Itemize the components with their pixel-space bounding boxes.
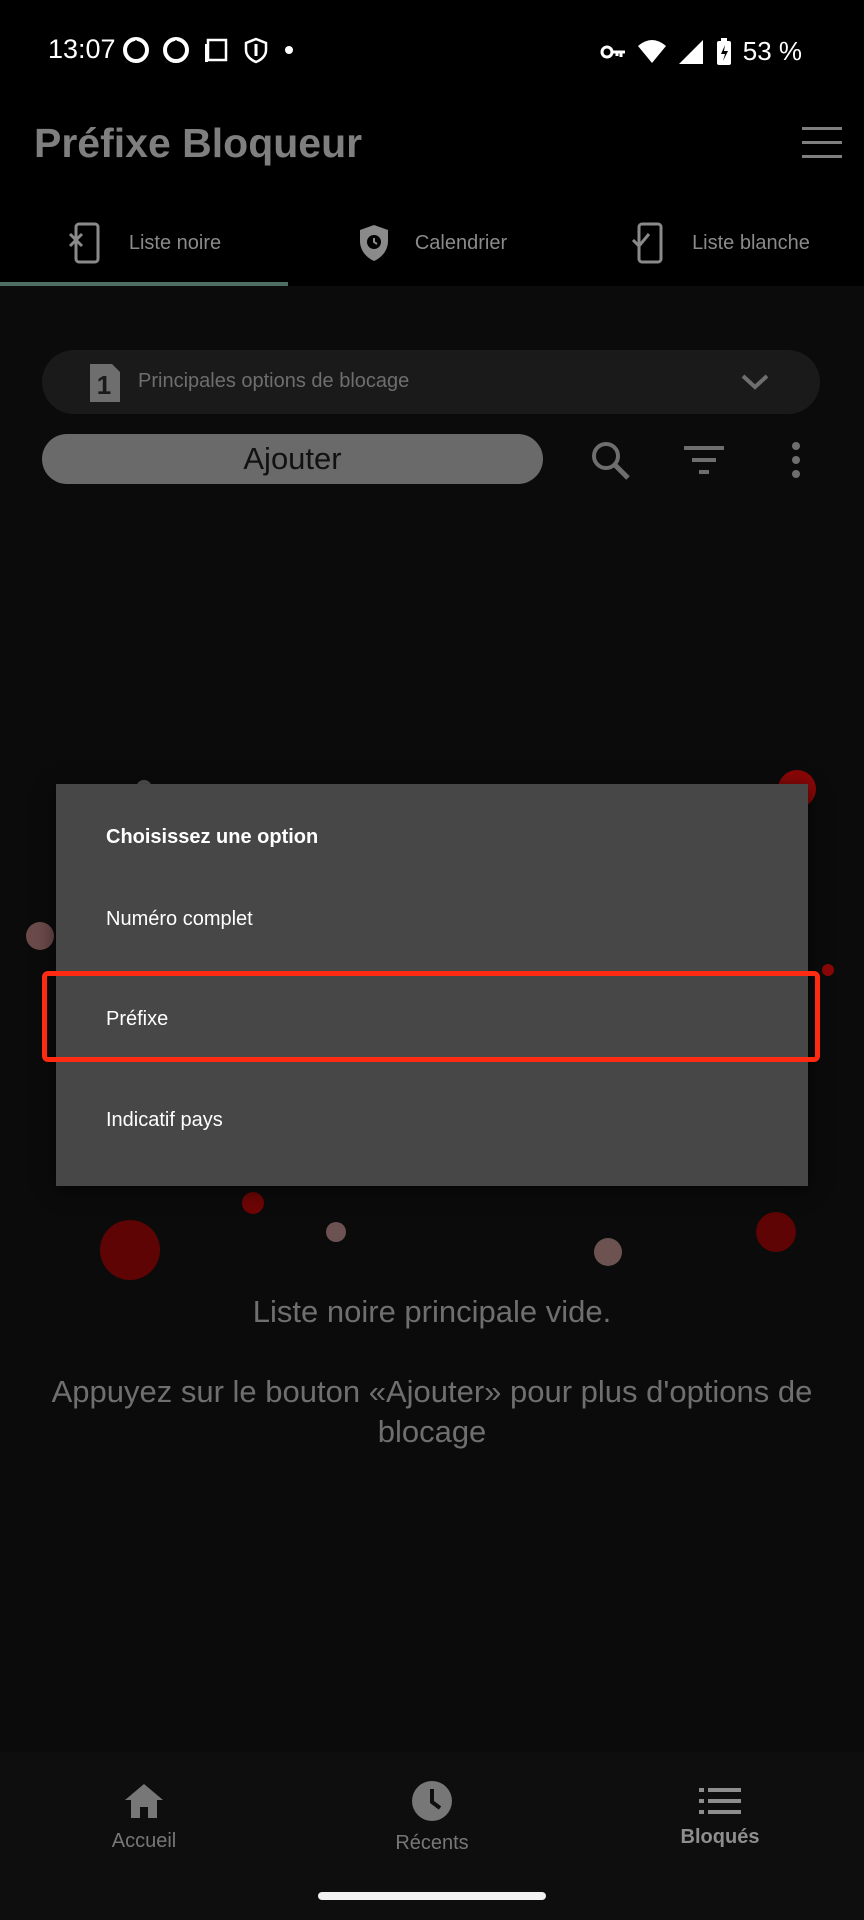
decorative-dot — [756, 1212, 796, 1252]
option-numero-complet[interactable]: Numéro complet — [106, 908, 253, 931]
tab-label: Liste blanche — [692, 231, 810, 254]
clock-icon — [412, 1780, 452, 1821]
tab-liste-blanche[interactable]: Liste blanche — [576, 200, 864, 286]
decorative-dot — [26, 922, 54, 950]
tab-bar: Liste noire Calendrier Liste blanche — [0, 200, 864, 286]
decorative-dot — [594, 1238, 622, 1266]
sync-icon — [123, 37, 149, 63]
phone-check-icon — [632, 222, 663, 264]
decorative-dot — [242, 1192, 264, 1214]
status-time: 13:07 — [48, 34, 116, 64]
shield-icon — [244, 37, 268, 64]
list-number-badge-icon: 1 — [90, 364, 120, 402]
dot-icon — [285, 46, 293, 54]
tab-label: Calendrier — [414, 231, 508, 254]
blocklist-selector-label: Principales options de blocage — [138, 370, 410, 392]
home-icon — [125, 1783, 163, 1818]
decorative-dot — [326, 1222, 346, 1242]
battery-icon — [716, 37, 731, 65]
hamburger-menu-icon[interactable] — [800, 121, 844, 165]
nav-label: Bloqués — [680, 1825, 760, 1848]
nav-bloques[interactable]: Bloqués — [576, 1752, 864, 1882]
blocklist-selector[interactable]: 1 Principales options de blocage — [42, 350, 820, 414]
empty-state-subtitle: Appuyez sur le bouton «Ajouter» pour plu… — [51, 1374, 813, 1449]
search-icon[interactable] — [588, 438, 632, 482]
tab-calendrier[interactable]: Calendrier — [288, 200, 576, 286]
more-vert-icon[interactable] — [774, 438, 818, 482]
phone-x-icon — [68, 222, 100, 264]
filter-icon[interactable] — [682, 438, 726, 482]
app-title: Préfixe Bloqueur — [34, 120, 363, 166]
decorative-dot — [822, 964, 834, 976]
list-icon — [699, 1787, 741, 1814]
wifi-icon — [637, 39, 666, 63]
nav-label: Accueil — [111, 1829, 177, 1852]
tab-label: Liste noire — [128, 231, 222, 254]
key-icon — [600, 45, 625, 58]
nav-accueil[interactable]: Accueil — [0, 1752, 288, 1882]
shield-clock-icon — [359, 225, 388, 261]
home-indicator[interactable] — [318, 1892, 546, 1900]
highlight-box — [42, 971, 820, 1062]
status-bar: 13:07 53 % — [0, 0, 864, 100]
sync-icon — [163, 37, 189, 63]
square-icon — [205, 38, 228, 62]
nav-label: Récents — [395, 1831, 469, 1854]
tab-liste-noire[interactable]: Liste noire — [0, 200, 288, 286]
dialog-title: Choisissez une option — [106, 826, 319, 848]
add-button[interactable]: Ajouter — [42, 434, 543, 484]
battery-percent: 53 % — [742, 36, 802, 66]
empty-state-title: Liste noire principale vide. — [252, 1294, 612, 1329]
svg-text:1: 1 — [97, 370, 111, 400]
chevron-down-icon — [741, 374, 769, 390]
status-left-icons — [122, 36, 296, 64]
signal-icon — [678, 39, 703, 64]
status-right-icons: 53 % — [599, 36, 802, 67]
option-indicatif-pays[interactable]: Indicatif pays — [106, 1109, 223, 1132]
decorative-dot — [100, 1220, 160, 1280]
nav-recents[interactable]: Récents — [288, 1752, 576, 1882]
